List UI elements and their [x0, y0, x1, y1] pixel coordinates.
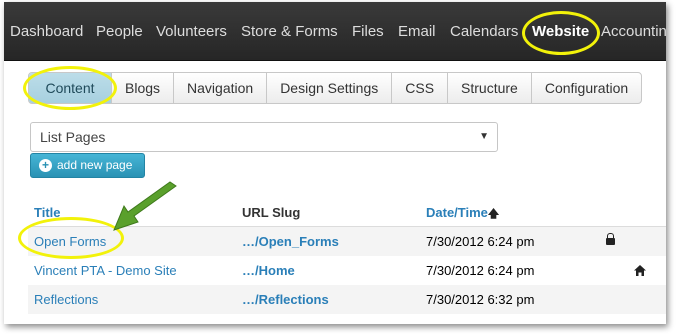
column-header-datetime-label: Date/Time [426, 205, 488, 220]
table-row: Vincent PTA - Demo Site …/Home 7/30/2012… [28, 256, 666, 286]
content-tabs: Content Blogs Navigation Design Settings… [28, 72, 643, 104]
page-list-select-value: List Pages [40, 129, 106, 145]
column-header-title[interactable]: Title [34, 198, 61, 227]
screenshot-frame: Dashboard People Volunteers Store & Form… [4, 2, 666, 324]
nav-dashboard[interactable]: Dashboard [10, 2, 83, 60]
add-new-page-button[interactable]: + add new page [30, 153, 145, 178]
nav-people[interactable]: People [96, 2, 143, 60]
tab-structure[interactable]: Structure [447, 73, 531, 103]
slug-value: Reflections [258, 292, 329, 307]
tab-content[interactable]: Content [29, 73, 111, 103]
nav-email[interactable]: Email [398, 2, 436, 60]
tab-navigation[interactable]: Navigation [173, 73, 266, 103]
home-icon [634, 265, 646, 276]
slug-value: Home [258, 263, 295, 278]
nav-website[interactable]: Website [532, 2, 589, 60]
plus-circle-icon: + [39, 159, 52, 172]
tab-blogs[interactable]: Blogs [111, 73, 173, 103]
add-new-page-label: add new page [57, 158, 133, 172]
slug-prefix: …/ [242, 234, 259, 249]
column-header-url-slug: URL Slug [242, 205, 301, 220]
page-slug-link[interactable]: …/Home [242, 256, 295, 285]
nav-volunteers[interactable]: Volunteers [156, 2, 227, 60]
sort-ascending-icon: 🡅 [487, 208, 500, 220]
page-slug-link[interactable]: …/Open_Forms [242, 227, 339, 256]
nav-calendars[interactable]: Calendars [450, 2, 518, 60]
slug-value: Open_Forms [258, 234, 339, 249]
nav-accounting[interactable]: Accountin [601, 2, 666, 60]
page-title-link[interactable]: Vincent PTA - Demo Site [34, 256, 177, 285]
nav-files[interactable]: Files [352, 2, 384, 60]
green-pointer-arrow-icon [113, 181, 177, 231]
column-header-datetime[interactable]: Date/Time🡅 [426, 198, 499, 229]
page-title-link[interactable]: Open Forms [34, 227, 106, 256]
torn-edge-decoration [4, 315, 666, 324]
tab-configuration[interactable]: Configuration [530, 73, 641, 103]
tab-design-settings[interactable]: Design Settings [266, 73, 391, 103]
page-list-select[interactable]: List Pages ▼ [30, 122, 498, 152]
top-navigation: Dashboard People Volunteers Store & Form… [4, 2, 666, 61]
page-datetime: 7/30/2012 6:24 pm [426, 234, 535, 249]
page-datetime: 7/30/2012 6:24 pm [426, 263, 535, 278]
slug-prefix: …/ [242, 263, 259, 278]
tab-css[interactable]: CSS [391, 73, 447, 103]
dropdown-caret-icon: ▼ [479, 131, 489, 142]
nav-store-forms[interactable]: Store & Forms [241, 2, 338, 60]
slug-prefix: …/ [242, 292, 259, 307]
lock-icon [606, 233, 615, 245]
